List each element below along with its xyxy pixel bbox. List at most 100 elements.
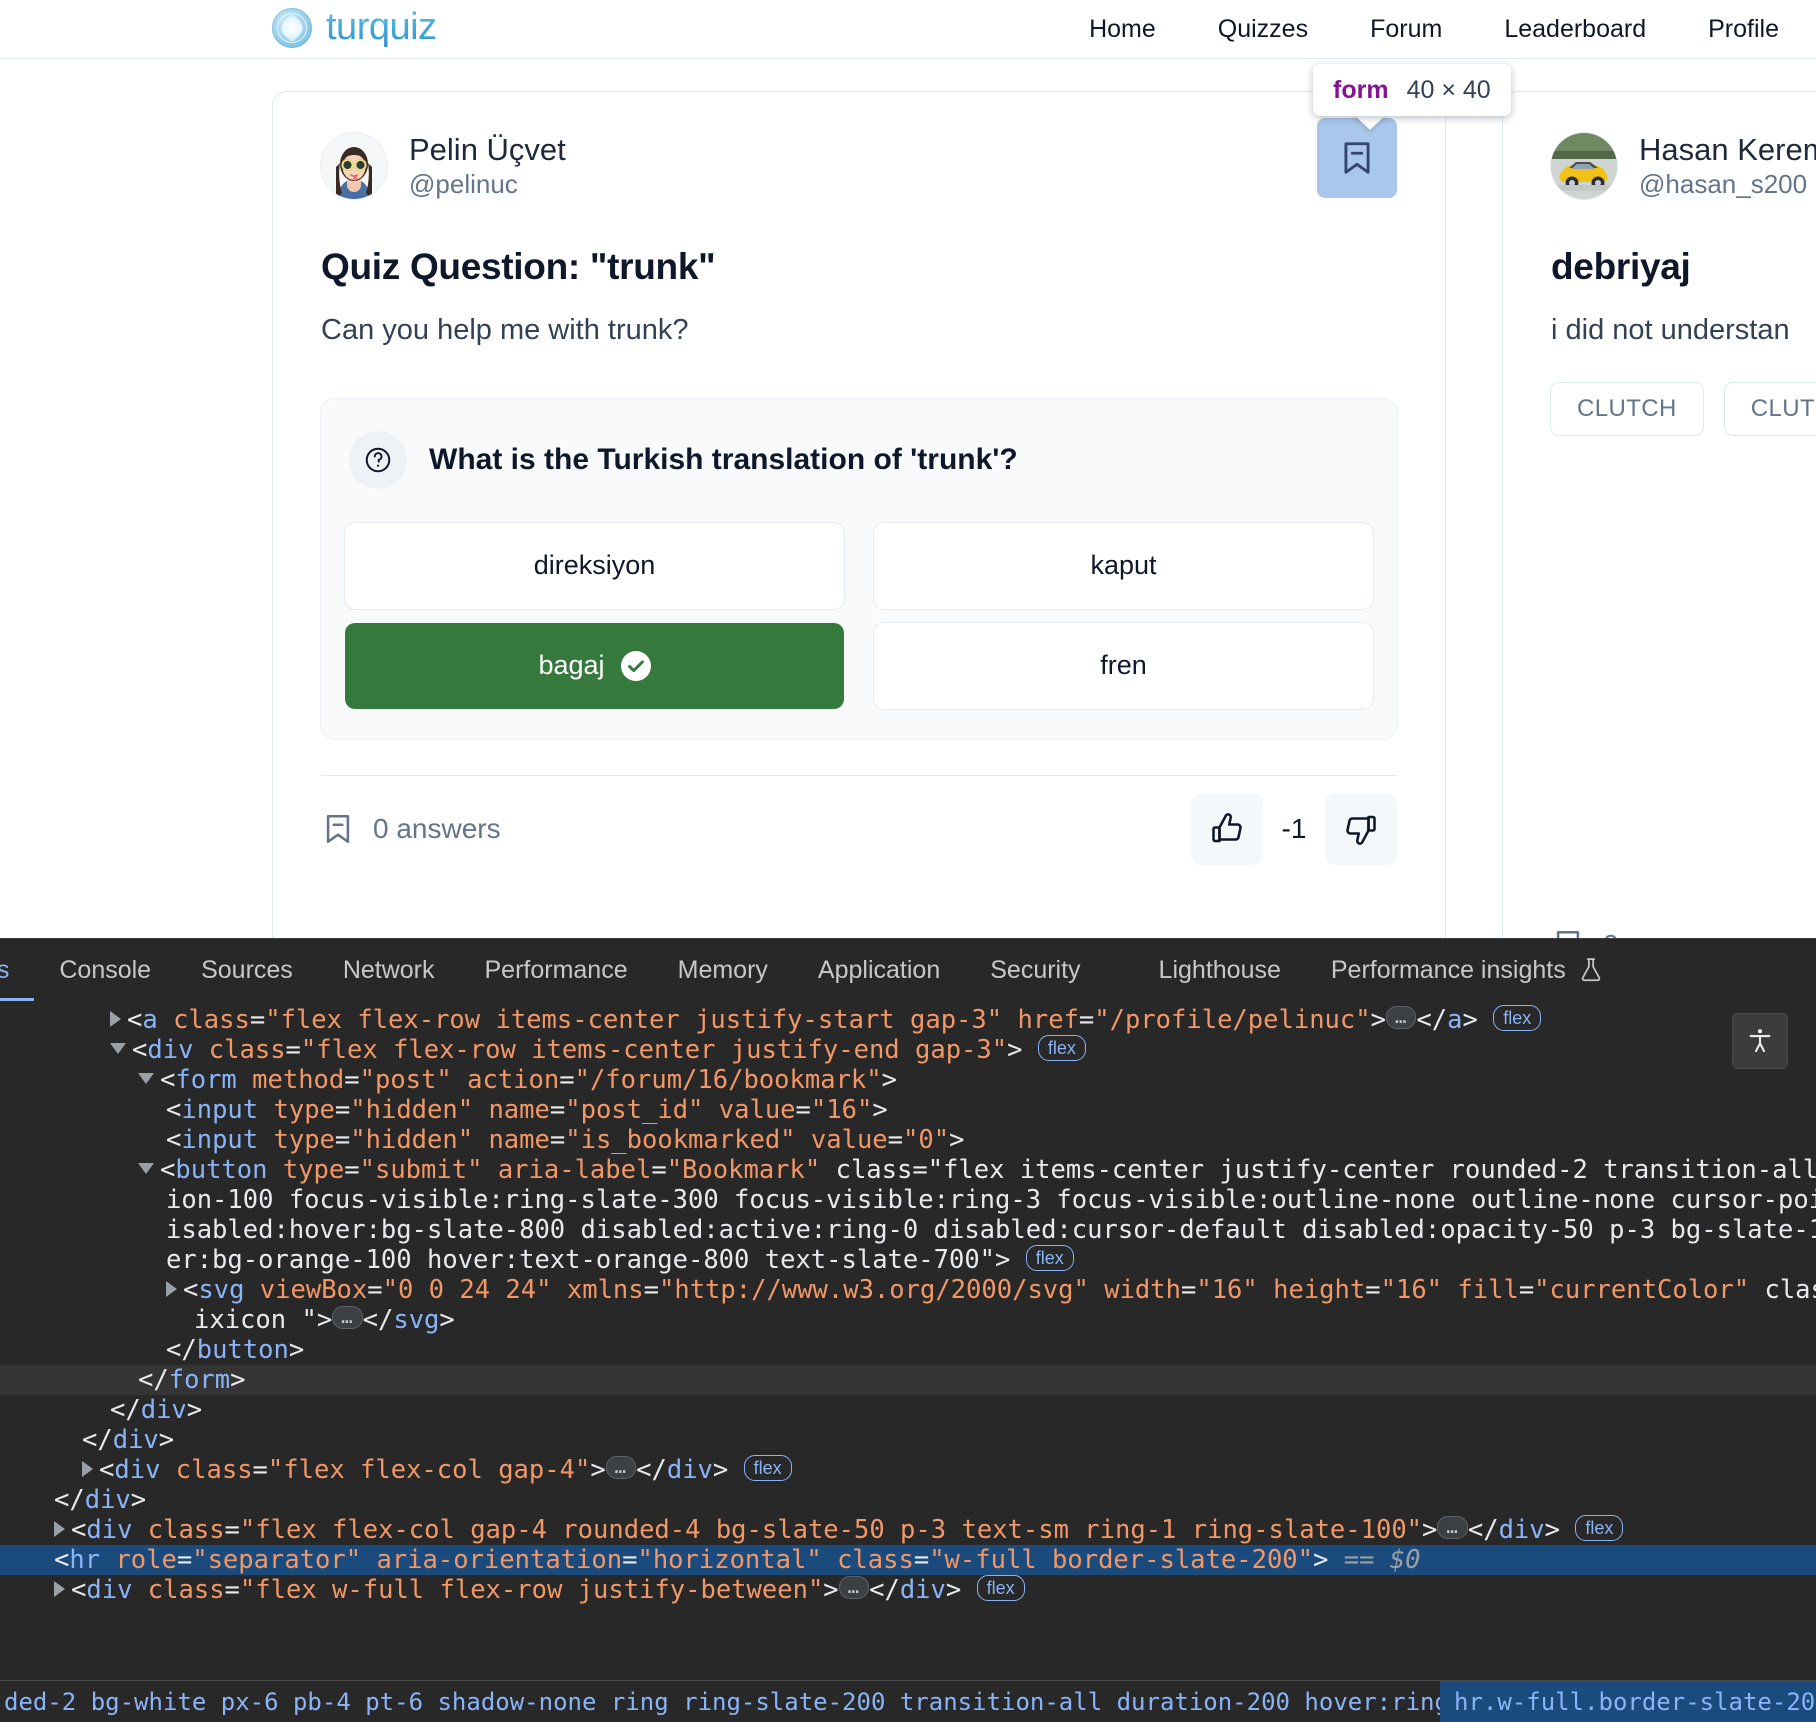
brand-logo[interactable]: turquiz	[272, 6, 437, 49]
flex-badge[interactable]: flex	[1025, 1245, 1074, 1271]
post-body: Can you help me with trunk?	[321, 313, 689, 346]
inspector-dimensions: 40 × 40	[1406, 75, 1491, 104]
devtools-tab-bar: nts Console Sources Network Performance …	[0, 939, 1816, 1001]
quiz-option-label: bagaj	[538, 650, 605, 681]
tab-performance-insights[interactable]: Performance insights	[1306, 939, 1629, 1001]
tab-application[interactable]: Application	[793, 939, 965, 1001]
flex-badge[interactable]: flex	[1037, 1035, 1086, 1061]
flex-badge[interactable]: flex	[743, 1455, 792, 1481]
dom-line[interactable]: <hr role="separator" aria-orientation="h…	[0, 1545, 1816, 1575]
tab-console[interactable]: Console	[34, 939, 176, 1001]
downvote-button[interactable]	[1325, 792, 1397, 865]
tab-elements[interactable]: nts	[0, 939, 35, 1001]
dom-line[interactable]: <svg viewBox="0 0 24 24" xmlns="http://w…	[0, 1275, 1816, 1305]
tab-sources[interactable]: Sources	[176, 939, 318, 1001]
dom-line[interactable]: </div>	[0, 1485, 1816, 1515]
expand-triangle-icon[interactable]	[54, 1521, 65, 1537]
dom-line[interactable]: </div>	[0, 1425, 1816, 1455]
dom-line[interactable]: isabled:hover:bg-slate-800 disabled:acti…	[0, 1215, 1816, 1245]
quiz-box: What is the Turkish translation of 'trun…	[321, 398, 1397, 739]
post-card-side: Hasan Kerem @hasan_s200 debriyaj i did n…	[1503, 92, 1816, 938]
dom-line[interactable]: <form method="post" action="/forum/16/bo…	[0, 1065, 1816, 1095]
flex-badge[interactable]: flex	[976, 1575, 1025, 1601]
quiz-option-bagaj[interactable]: bagaj	[345, 622, 844, 709]
flex-badge[interactable]: flex	[1493, 1005, 1542, 1031]
nav-home[interactable]: Home	[1058, 15, 1187, 44]
check-circle-icon	[620, 650, 651, 681]
nav-links: Home Quizzes Forum Leaderboard Profile	[1058, 0, 1810, 59]
vote-count: -1	[1281, 812, 1307, 844]
brand-name: turquiz	[326, 6, 437, 48]
quiz-option-direksiyon[interactable]: direksiyon	[345, 522, 844, 609]
dom-line[interactable]: er:bg-orange-100 hover:text-orange-800 t…	[0, 1245, 1816, 1275]
bookmark-icon	[326, 814, 350, 843]
post-author[interactable]: Pelin Üçvet @pelinuc	[321, 132, 1397, 200]
dom-line[interactable]: <div class="flex w-full flex-row justify…	[0, 1575, 1816, 1605]
dom-line[interactable]: ixicon ">… </svg>	[0, 1305, 1816, 1335]
collapse-triangle-icon[interactable]	[138, 1163, 154, 1174]
post-feed: Pelin Üçvet @pelinuc Quiz Question: "tru…	[0, 60, 1816, 938]
dom-line[interactable]: <a class="flex flex-row items-center jus…	[0, 1005, 1816, 1035]
expand-triangle-icon[interactable]	[54, 1581, 65, 1597]
nav-quizzes[interactable]: Quizzes	[1187, 15, 1339, 44]
quiz-option-fren[interactable]: fren	[874, 622, 1373, 709]
post-card-main: Pelin Üçvet @pelinuc Quiz Question: "tru…	[273, 92, 1445, 938]
question-mark-icon	[349, 430, 407, 489]
flex-badge[interactable]: flex	[1575, 1515, 1624, 1541]
dom-line[interactable]: </button>	[0, 1335, 1816, 1365]
compass-rose-icon	[272, 7, 312, 48]
post-author-text: Hasan Kerem @hasan_s200	[1639, 132, 1816, 200]
avatar	[1551, 132, 1617, 199]
dom-line[interactable]: <input type="hidden" name="is_bookmarked…	[0, 1125, 1816, 1155]
dom-line[interactable]: <div class="flex flex-col gap-4">… </div>…	[0, 1455, 1816, 1485]
quiz-question-row: What is the Turkish translation of 'trun…	[345, 427, 1373, 489]
tab-network[interactable]: Network	[318, 939, 460, 1001]
nav-forum[interactable]: Forum	[1339, 15, 1473, 44]
dom-line[interactable]: <input type="hidden" name="post_id" valu…	[0, 1095, 1816, 1125]
nav-profile[interactable]: Profile	[1677, 15, 1810, 44]
post-title: Quiz Question: "trunk"	[321, 245, 716, 287]
vote-group: -1	[1191, 792, 1397, 865]
author-handle: @hasan_s200	[1639, 168, 1808, 199]
author-name: Pelin Üçvet	[409, 132, 566, 167]
dom-line[interactable]: </form>	[0, 1365, 1816, 1395]
expand-triangle-icon[interactable]	[166, 1281, 177, 1297]
devtools-panel: nts Console Sources Network Performance …	[0, 938, 1816, 1722]
thumbs-up-icon	[1212, 812, 1242, 843]
tag-list: CLUTCH CLUTCH	[1551, 383, 1816, 435]
tag-item[interactable]: CLUTCH	[1725, 383, 1816, 435]
dom-line[interactable]: ion-100 focus-visible:ring-slate-300 foc…	[0, 1185, 1816, 1215]
dom-line[interactable]: <div class="flex flex-col gap-4 rounded-…	[0, 1515, 1816, 1545]
tab-performance-insights-label: Performance insights	[1330, 955, 1566, 984]
quiz-option-label: fren	[1100, 650, 1147, 681]
breadcrumb-selected[interactable]: hr.w-full.border-slate-200	[1440, 1681, 1816, 1722]
tab-performance[interactable]: Performance	[460, 939, 653, 1001]
quiz-option-label: kaput	[1090, 550, 1157, 581]
tab-lighthouse[interactable]: Lighthouse	[1134, 939, 1306, 1001]
quiz-option-kaput[interactable]: kaput	[874, 522, 1373, 609]
collapse-triangle-icon[interactable]	[110, 1043, 126, 1054]
post-author[interactable]: Hasan Kerem @hasan_s200	[1551, 132, 1816, 200]
dom-line[interactable]: <button type="submit" aria-label="Bookma…	[0, 1155, 1816, 1185]
inspector-tooltip: form 40 × 40	[1313, 64, 1511, 116]
flask-icon	[1578, 956, 1604, 984]
devtools-breadcrumb-bar: ded-2 bg-white px-6 pb-4 pt-6 shadow-non…	[0, 1680, 1816, 1722]
answers-count[interactable]: 0 answers	[321, 812, 501, 846]
dom-tree[interactable]: <a class="flex flex-row items-center jus…	[0, 1001, 1816, 1680]
upvote-button[interactable]	[1191, 792, 1263, 865]
avatar	[321, 132, 387, 199]
answers-count[interactable]: 0 answers	[1551, 928, 1731, 938]
breadcrumb[interactable]: ded-2 bg-white px-6 pb-4 pt-6 shadow-non…	[0, 1681, 1593, 1722]
expand-triangle-icon[interactable]	[110, 1011, 121, 1027]
expand-triangle-icon[interactable]	[82, 1461, 93, 1477]
dom-line[interactable]: </div>	[0, 1395, 1816, 1425]
collapse-triangle-icon[interactable]	[138, 1073, 154, 1084]
tab-memory[interactable]: Memory	[653, 939, 793, 1001]
nav-leaderboard[interactable]: Leaderboard	[1473, 15, 1677, 44]
author-name: Hasan Kerem	[1639, 132, 1816, 167]
tab-security[interactable]: Security	[965, 939, 1105, 1001]
tag-item[interactable]: CLUTCH	[1551, 383, 1703, 435]
bookmark-button[interactable]	[1317, 118, 1397, 198]
dom-line[interactable]: <div class="flex flex-row items-center j…	[0, 1035, 1816, 1065]
inspector-tag-name: form	[1333, 75, 1389, 104]
